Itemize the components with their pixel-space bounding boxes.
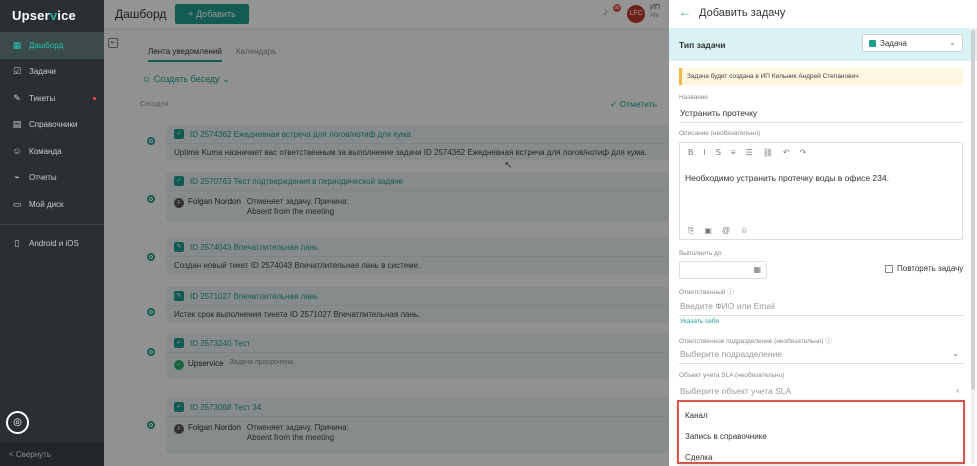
book-icon: ▤ bbox=[12, 119, 22, 130]
name-input[interactable]: Устранить протечку bbox=[679, 104, 963, 123]
panel-header: ← Добавить задачу bbox=[669, 0, 977, 27]
tickets-icon: ✎ bbox=[13, 92, 21, 103]
dropdown-option-deal[interactable]: Сделка bbox=[685, 453, 712, 462]
team-icon: ☺ bbox=[12, 146, 22, 157]
unread-dot bbox=[93, 97, 96, 100]
due-date-input[interactable]: ▦ bbox=[679, 261, 767, 279]
editor-toolbar: B I S ≡ ☰ ⛓ ↶ ↷ bbox=[688, 148, 816, 157]
add-task-panel: ← Добавить задачу Тип задачи Задача ⌄ Зад… bbox=[669, 0, 977, 466]
panel-title: Добавить задачу bbox=[699, 7, 786, 19]
sidebar-item-team[interactable]: ☺ Команда bbox=[0, 138, 104, 165]
assignee-input[interactable]: Введите ФИО или Email bbox=[679, 297, 963, 316]
sla-dropdown-menu: Канал Запись в справочнике Сделка bbox=[677, 400, 965, 464]
department-select[interactable]: Выберите подразделение ⌄ bbox=[679, 345, 963, 364]
logo[interactable]: Upservice bbox=[12, 8, 76, 23]
calendar-icon[interactable]: ▦ bbox=[753, 265, 761, 274]
phone-icon: ▯ bbox=[14, 238, 20, 249]
task-type-icon bbox=[869, 39, 876, 47]
bullet-list-icon[interactable]: ☰ bbox=[746, 148, 753, 157]
bold-icon[interactable]: B bbox=[688, 148, 693, 157]
description-editor[interactable]: B I S ≡ ☰ ⛓ ↶ ↷ Необходимо устранить про… bbox=[679, 142, 963, 240]
folder-icon: ▭ bbox=[12, 198, 22, 209]
assign-self-link[interactable]: Указать себя bbox=[680, 318, 719, 325]
task-type-label: Тип задачи bbox=[679, 40, 726, 50]
link-icon[interactable]: ⛓ bbox=[763, 148, 773, 157]
task-type-select[interactable]: Задача ⌄ bbox=[862, 34, 963, 52]
info-banner: Задача будет создана в ИП Кильник Андрей… bbox=[679, 68, 963, 85]
editor-footer: ⎘ ▣ @ ☺ bbox=[688, 226, 758, 236]
tasks-icon: ☑ bbox=[12, 66, 22, 77]
divider bbox=[0, 223, 104, 225]
chevron-down-icon: ⌄ bbox=[952, 349, 959, 358]
redo-icon[interactable]: ↷ bbox=[800, 148, 807, 157]
sla-select[interactable]: Выберите объект учета SLA ‹ bbox=[679, 382, 963, 401]
back-arrow-icon[interactable]: ← bbox=[679, 5, 691, 19]
checkbox[interactable] bbox=[885, 264, 893, 273]
ordered-list-icon[interactable]: ≡ bbox=[731, 148, 736, 157]
undo-icon[interactable]: ↶ bbox=[783, 148, 790, 157]
sidebar-item-dashboard[interactable]: ▦ Дашборд bbox=[0, 32, 104, 59]
emoji-icon[interactable]: ☺ bbox=[740, 226, 748, 236]
sla-label: Объект учета SLA (необязательно) bbox=[679, 372, 785, 379]
chevron-left-icon: ‹ bbox=[956, 386, 959, 395]
modal-overlay[interactable] bbox=[104, 0, 669, 466]
description-text[interactable]: Необходимо устранить протечку воды в офи… bbox=[685, 173, 889, 183]
scrollbar-thumb[interactable] bbox=[971, 30, 975, 390]
chart-icon: ⌁ bbox=[14, 172, 20, 183]
name-label: Название bbox=[679, 94, 709, 101]
sidebar-item-directories[interactable]: ▤ Справочники bbox=[0, 112, 104, 139]
sidebar-item-reports[interactable]: ⌁ Отчеты bbox=[0, 165, 104, 192]
attach-icon[interactable]: ⎘ bbox=[688, 226, 694, 236]
mention-icon[interactable]: @ bbox=[722, 226, 730, 236]
sidebar: Upservice ▦ Дашборд ☑ Задачи ✎ Тикеты ▤ Спра… bbox=[0, 0, 104, 466]
due-date-label: Выполнить до bbox=[679, 250, 722, 257]
support-headset-icon[interactable]: ◎ bbox=[6, 411, 29, 434]
sidebar-item-disk[interactable]: ▭ Мой диск bbox=[0, 191, 104, 218]
task-type-bar: Тип задачи Задача ⌄ bbox=[669, 28, 977, 61]
strikethrough-icon[interactable]: S bbox=[716, 148, 721, 157]
image-icon[interactable]: ▣ bbox=[704, 226, 712, 236]
sidebar-item-mobile[interactable]: ▯ Android и iOS bbox=[0, 231, 104, 258]
description-label: Описание (необязательно) bbox=[679, 130, 761, 137]
collapse-sidebar-button[interactable]: < Свернуть bbox=[0, 443, 104, 466]
sidebar-item-tasks[interactable]: ☑ Задачи bbox=[0, 59, 104, 86]
department-label: Ответственное подразделение (необязатель… bbox=[679, 338, 832, 345]
chevron-down-icon: ⌄ bbox=[949, 38, 956, 47]
grid-icon: ▦ bbox=[12, 39, 22, 50]
dropdown-option-directory-record[interactable]: Запись в справочнике bbox=[685, 432, 767, 441]
italic-icon[interactable]: I bbox=[703, 148, 705, 157]
assignee-label: Ответственный ⓘ bbox=[679, 289, 734, 296]
dropdown-option-channel[interactable]: Канал bbox=[685, 411, 708, 420]
repeat-checkbox[interactable]: Повторять задачу bbox=[885, 264, 963, 273]
mouse-cursor-icon: ↖ bbox=[504, 160, 513, 171]
sidebar-nav: ▦ Дашборд ☑ Задачи ✎ Тикеты ▤ Справочники ☺ К… bbox=[0, 32, 104, 257]
sidebar-item-tickets[interactable]: ✎ Тикеты bbox=[0, 85, 104, 112]
